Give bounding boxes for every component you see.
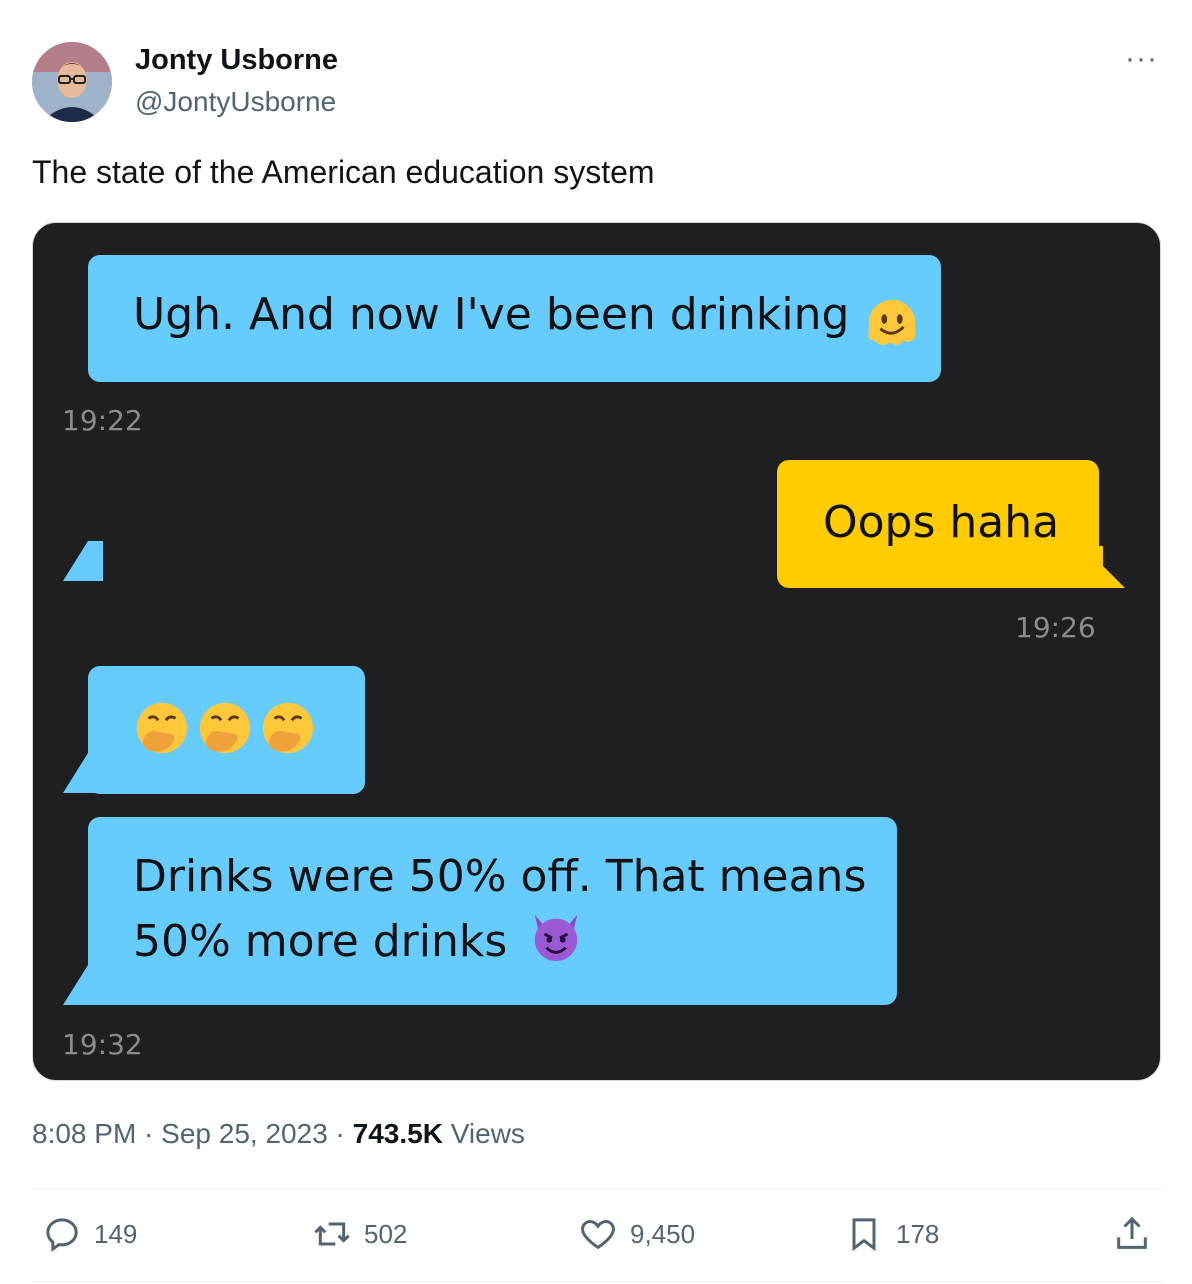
reply-icon — [46, 1218, 78, 1252]
smiling-face-with-horns-icon — [527, 907, 585, 981]
message-bubble-outgoing: Oops haha — [777, 460, 1099, 588]
bookmark-icon — [852, 1218, 876, 1252]
tweet-meta: 8:08 PM · Sep 25, 2023 · 743.5K Views — [32, 1118, 525, 1150]
timestamp: 19:22 — [62, 404, 143, 437]
repost-button[interactable]: 502 — [312, 1214, 407, 1254]
heart-icon — [581, 1219, 615, 1250]
message-text: Oops haha — [823, 497, 1060, 548]
divider — [32, 1281, 1162, 1282]
message-text-line1: Drinks were 50% off. That means — [133, 851, 867, 902]
author-handle[interactable]: @JontyUsborne — [135, 86, 336, 118]
bubble-tail — [63, 541, 103, 581]
tweet-date[interactable]: Sep 25, 2023 — [161, 1118, 328, 1149]
message-bubble-incoming — [88, 666, 365, 794]
message-text-line2: 50% more drinks — [133, 916, 508, 967]
views-count: 743.5K — [352, 1118, 443, 1149]
share-button[interactable] — [1112, 1214, 1152, 1254]
divider — [32, 1188, 1162, 1189]
author-name[interactable]: Jonty Usborne — [135, 44, 338, 77]
message-bubble-incoming: Ugh. And now I've been drinking — [88, 255, 941, 382]
views-label: Views — [442, 1118, 525, 1149]
separator: · — [327, 1118, 353, 1149]
repost-count: 502 — [364, 1218, 408, 1249]
bookmark-count: 178 — [896, 1218, 940, 1249]
like-count: 9,450 — [630, 1218, 696, 1249]
repost-icon — [314, 1222, 350, 1246]
avatar[interactable] — [32, 42, 112, 122]
message-bubble-incoming: Drinks were 50% off. That means 50% more… — [88, 817, 897, 1005]
like-button[interactable]: 9,450 — [578, 1214, 695, 1254]
reply-button[interactable]: 149 — [42, 1214, 137, 1254]
message-text: Ugh. And now I've been drinking — [133, 289, 850, 340]
share-icon — [1117, 1216, 1147, 1249]
face-with-hand-over-mouth-icon — [259, 699, 317, 761]
face-with-hand-over-mouth-icon — [133, 699, 191, 761]
bookmark-button[interactable]: 178 — [844, 1214, 939, 1254]
timestamp: 19:32 — [62, 1028, 143, 1061]
timestamp: 19:26 — [1015, 611, 1096, 644]
more-options-icon[interactable]: ··· — [1125, 42, 1158, 76]
tweet-text: The state of the American education syst… — [32, 154, 655, 190]
separator: · — [136, 1118, 162, 1149]
face-with-hand-over-mouth-icon — [196, 699, 254, 761]
tweet-image[interactable]: Ugh. And now I've been drinking 19:22 Oo… — [32, 222, 1161, 1081]
melting-face-icon — [863, 294, 921, 356]
tweet-time[interactable]: 8:08 PM — [32, 1118, 136, 1149]
reply-count: 149 — [94, 1218, 138, 1249]
